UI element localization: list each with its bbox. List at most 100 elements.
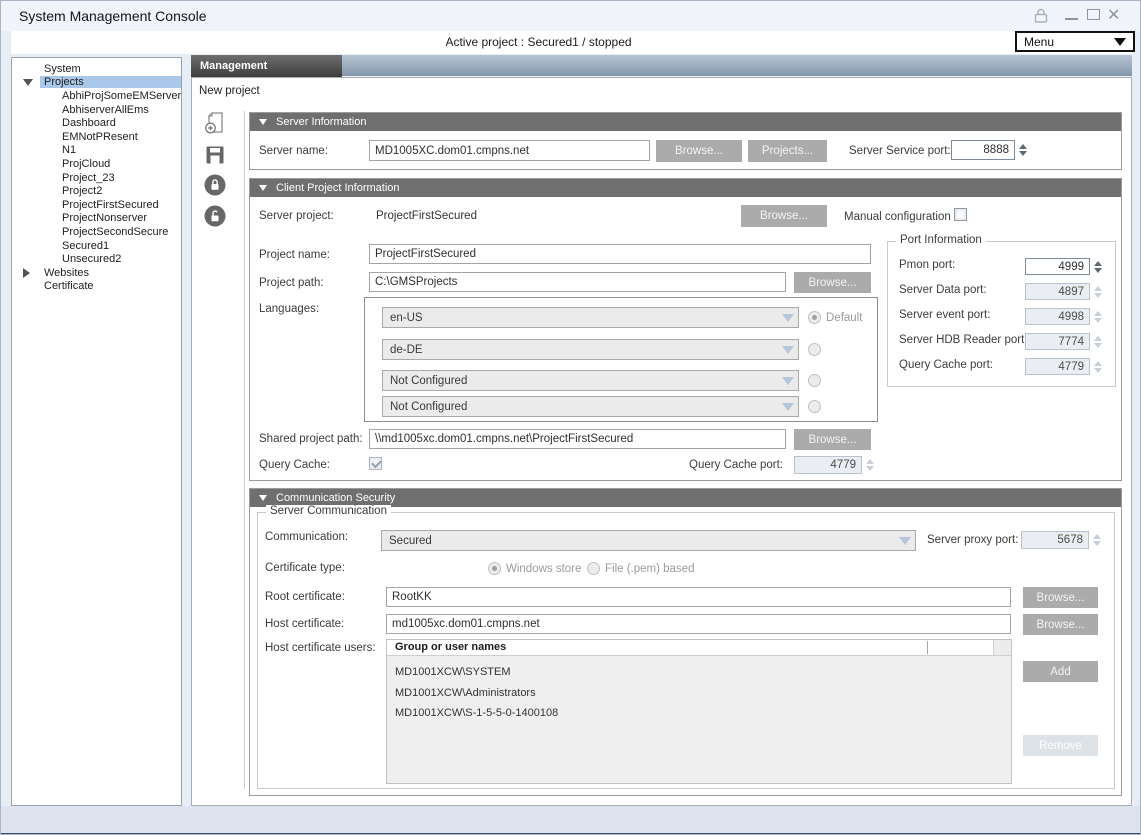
server-browse-button[interactable]: Browse... [656,140,742,162]
add-user-button[interactable]: Add [1023,661,1098,682]
query-cache-checkbox[interactable] [369,457,382,470]
port-spinner-server-hdb-reader-port-[interactable] [1092,333,1103,350]
communication-dropdown[interactable]: Secured [381,530,916,551]
projects-button[interactable]: Projects... [748,140,827,162]
root-certificate-input[interactable]: RootKK [386,587,1011,607]
save-icon[interactable] [203,143,227,167]
tree-item-project-23[interactable]: Project_23 [12,171,181,185]
chevron-down-icon[interactable] [777,397,798,416]
language-default-radio-1[interactable] [808,311,821,324]
user-list-header[interactable]: Group or user names [387,640,1011,656]
tree-item-label: Projects [40,76,181,88]
language-default-radio-4[interactable] [808,400,821,413]
collapse-arrow-icon[interactable] [23,79,33,86]
tree-item-abhiserverallems[interactable]: AbhiserverAllEms [12,103,181,117]
server-information-header[interactable]: Server Information [250,113,1121,131]
chevron-down-icon[interactable] [777,308,798,327]
port-spinner-server-data-port-[interactable] [1092,283,1103,300]
client-project-header[interactable]: Client Project Information [250,179,1121,197]
tree-item-emnotpresent[interactable]: EMNotPResent [12,130,181,144]
language-value: Not Configured [390,375,467,387]
tree-item-project2[interactable]: Project2 [12,184,181,198]
shared-path-input[interactable]: \\md1005xc.dom01.cmpns.net\ProjectFirstS… [369,429,786,449]
project-path-input[interactable]: C:\GMSProjects [369,272,786,292]
port-label-server-data-port-: Server Data port: [899,284,987,296]
tree-item-label: Dashboard [58,117,120,129]
host-certificate-users-list[interactable]: Group or user names MD1001XCW\SYSTEMMD10… [386,639,1012,784]
tree-item-secured1[interactable]: Secured1 [12,239,181,253]
unlock-icon[interactable] [203,204,227,228]
new-project-icon[interactable] [203,111,227,135]
tree-item-projectfirstsecured[interactable]: ProjectFirstSecured [12,198,181,212]
collapse-arrow-icon [259,495,267,501]
tree-item-projects[interactable]: Projects [12,76,181,90]
project-path-label: Project path: [259,277,324,289]
server-communication-title: Server Communication [266,505,391,517]
lock-icon[interactable] [203,173,227,197]
shared-path-browse-button[interactable]: Browse... [794,429,871,450]
tree-item-abhiprojsomeemserver[interactable]: AbhiProjSomeEMServer [12,89,181,103]
user-item[interactable]: MD1001XCW\Administrators [387,683,1011,704]
tree-item-projectnonserver[interactable]: ProjectNonserver [12,212,181,226]
host-certificate-input[interactable]: md1005xc.dom01.cmpns.net [386,614,1011,634]
user-item[interactable]: MD1001XCW\SYSTEM [387,662,1011,683]
chevron-down-icon[interactable] [894,531,915,550]
tree-item-projectsecondsecure[interactable]: ProjectSecondSecure [12,225,181,239]
menu-dropdown-label: Menu [1017,35,1114,49]
tab-management[interactable]: Management [191,55,342,77]
tree-item-dashboard[interactable]: Dashboard [12,116,181,130]
chevron-down-icon[interactable] [777,340,798,359]
service-port-field[interactable]: 8888 [951,140,1015,160]
minimize-icon[interactable] [1065,18,1078,20]
pem-file-radio[interactable] [587,562,600,575]
root-certificate-browse-button[interactable]: Browse... [1023,587,1098,608]
tree-item-projcloud[interactable]: ProjCloud [12,157,181,171]
query-cache-port-spinner[interactable] [864,456,875,474]
windows-store-radio[interactable] [488,562,501,575]
host-certificate-browse-button[interactable]: Browse... [1023,614,1098,635]
language-default-radio-3[interactable] [808,374,821,387]
user-item[interactable]: MD1001XCW\S-1-5-5-0-1400108 [387,703,1011,724]
menu-dropdown[interactable]: Menu [1015,31,1135,52]
tree-item-websites[interactable]: Websites [12,266,181,280]
port-spinner-pmon-port-[interactable] [1092,258,1103,275]
port-spinner-server-event-port-[interactable] [1092,308,1103,325]
proxy-port-spinner[interactable] [1091,531,1102,549]
port-field-server-event-port-[interactable]: 4998 [1025,308,1090,325]
language-default-radio-2[interactable] [808,343,821,356]
expand-arrow-icon[interactable] [23,268,30,278]
maximize-icon[interactable] [1087,9,1100,20]
proxy-port-field[interactable]: 5678 [1021,531,1089,549]
server-information-title: Server Information [276,116,366,128]
language-dropdown-3[interactable]: Not Configured [382,370,799,391]
service-port-spinner[interactable] [1017,140,1028,160]
tree-item-certificate[interactable]: Certificate [12,280,181,294]
port-field-server-data-port-[interactable]: 4897 [1025,283,1090,300]
active-project-status: Active project : Secured1 / stopped [11,35,1132,49]
manual-configuration-checkbox[interactable] [954,208,967,221]
port-field-query-cache-port-[interactable]: 4779 [1025,358,1090,375]
chevron-down-icon[interactable] [777,371,798,390]
project-name-input[interactable]: ProjectFirstSecured [369,244,871,264]
tree-item-system[interactable]: System [12,62,181,76]
language-dropdown-2[interactable]: de-DE [382,339,799,360]
close-icon[interactable]: ✕ [1107,5,1120,25]
language-dropdown-4[interactable]: Not Configured [382,396,799,417]
certificate-type-label: Certificate type: [265,562,345,574]
port-field-server-hdb-reader-port-[interactable]: 7774 [1025,333,1090,350]
remove-user-button[interactable]: Remove [1023,735,1098,756]
language-dropdown-1[interactable]: en-US [382,307,799,328]
query-cache-label: Query Cache: [259,459,330,471]
server-name-input[interactable]: MD1005XC.dom01.cmpns.net [369,140,650,161]
server-project-browse-button[interactable]: Browse... [741,205,827,227]
port-spinner-query-cache-port-[interactable] [1092,358,1103,375]
port-field-pmon-port-[interactable]: 4999 [1025,258,1090,275]
language-default-label: Default [826,312,862,324]
project-path-browse-button[interactable]: Browse... [794,272,871,293]
column-divider[interactable] [927,641,928,654]
tree-item-unsecured2[interactable]: Unsecured2 [12,252,181,266]
query-cache-port-field[interactable]: 4779 [794,456,862,474]
tree-item-label: EMNotPResent [58,131,142,143]
tree-item-n1[interactable]: N1 [12,144,181,158]
tree-item-label: Project2 [58,185,106,197]
